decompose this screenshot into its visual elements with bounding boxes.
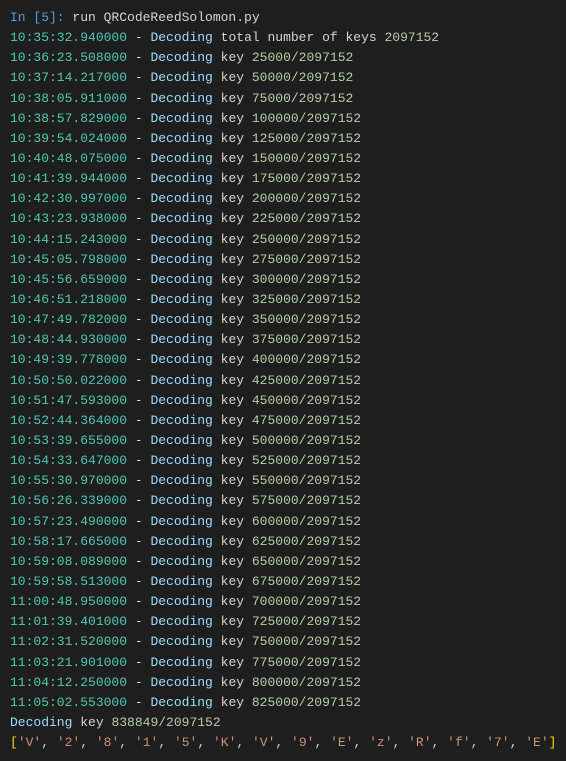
log-line: 10:44:15.243000 - Decoding key 250000/20… xyxy=(10,230,556,250)
log-line: 11:04:12.250000 - Decoding key 800000/20… xyxy=(10,673,556,693)
log-line: 10:42:30.997000 - Decoding key 200000/20… xyxy=(10,189,556,209)
log-line: 10:57:23.490000 - Decoding key 600000/20… xyxy=(10,512,556,532)
log-line: 10:47:49.782000 - Decoding key 350000/20… xyxy=(10,310,556,330)
log-line: 10:40:48.075000 - Decoding key 150000/20… xyxy=(10,149,556,169)
output-lines: 10:35:32.940000 - Decoding total number … xyxy=(10,28,556,713)
log-line: 10:38:57.829000 - Decoding key 100000/20… xyxy=(10,109,556,129)
log-line: 11:01:39.401000 - Decoding key 725000/20… xyxy=(10,612,556,632)
log-line: 10:49:39.778000 - Decoding key 400000/20… xyxy=(10,350,556,370)
log-line: 10:53:39.655000 - Decoding key 500000/20… xyxy=(10,431,556,451)
log-line: 11:05:02.553000 - Decoding key 825000/20… xyxy=(10,693,556,713)
log-line: 10:37:14.217000 - Decoding key 50000/209… xyxy=(10,68,556,88)
log-line: 10:45:05.798000 - Decoding key 275000/20… xyxy=(10,250,556,270)
log-line: 10:51:47.593000 - Decoding key 450000/20… xyxy=(10,391,556,411)
log-line: 10:38:05.911000 - Decoding key 75000/209… xyxy=(10,89,556,109)
log-line: 10:41:39.944000 - Decoding key 175000/20… xyxy=(10,169,556,189)
found-key-line: Decoding key 838849/2097152 xyxy=(10,713,556,733)
log-line: 10:48:44.930000 - Decoding key 375000/20… xyxy=(10,330,556,350)
log-line: 10:58:17.665000 - Decoding key 625000/20… xyxy=(10,532,556,552)
log-line: 10:39:54.024000 - Decoding key 125000/20… xyxy=(10,129,556,149)
log-line: 10:59:58.513000 - Decoding key 675000/20… xyxy=(10,572,556,592)
log-line: 10:46:51.218000 - Decoding key 325000/20… xyxy=(10,290,556,310)
log-line: 10:59:08.089000 - Decoding key 650000/20… xyxy=(10,552,556,572)
log-line: 10:56:26.339000 - Decoding key 575000/20… xyxy=(10,491,556,511)
log-line: 11:03:21.901000 - Decoding key 775000/20… xyxy=(10,653,556,673)
prompt-line: In [5]: run QRCodeReedSolomon.py xyxy=(10,8,556,28)
log-line: 11:00:48.950000 - Decoding key 700000/20… xyxy=(10,592,556,612)
result-line: ['V', '2', '8', '1', '5', 'K', 'V', '9',… xyxy=(10,733,556,753)
log-line: 10:54:33.647000 - Decoding key 525000/20… xyxy=(10,451,556,471)
terminal-output: In [5]: run QRCodeReedSolomon.py 10:35:3… xyxy=(10,8,556,753)
log-line: 10:36:23.508000 - Decoding key 25000/209… xyxy=(10,48,556,68)
log-line: 11:02:31.520000 - Decoding key 750000/20… xyxy=(10,632,556,652)
log-line: 10:52:44.364000 - Decoding key 475000/20… xyxy=(10,411,556,431)
log-line: 10:45:56.659000 - Decoding key 300000/20… xyxy=(10,270,556,290)
log-line: 10:35:32.940000 - Decoding total number … xyxy=(10,28,556,48)
log-line: 10:50:50.022000 - Decoding key 425000/20… xyxy=(10,371,556,391)
log-line: 10:55:30.970000 - Decoding key 550000/20… xyxy=(10,471,556,491)
log-line: 10:43:23.938000 - Decoding key 225000/20… xyxy=(10,209,556,229)
